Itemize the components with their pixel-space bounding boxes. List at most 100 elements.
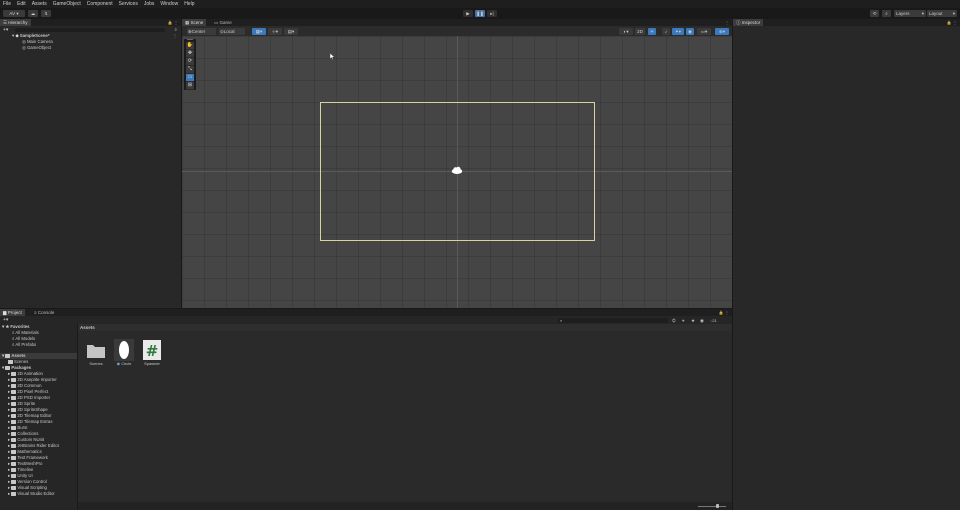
favorites-label: Favorites — [10, 324, 30, 329]
pause-button[interactable]: ❚❚ — [475, 10, 485, 17]
menu-bar: File Edit Assets GameObject Component Se… — [0, 0, 960, 8]
more-icon[interactable]: ⋮ — [725, 19, 729, 26]
folder-icon — [11, 420, 17, 424]
packages-label: Packages — [11, 365, 32, 370]
inspector-tabbar: ⓘ Inspector 🔒 ⋮ — [733, 19, 960, 26]
asset-scenes-folder[interactable] — [86, 340, 106, 360]
move-tool-icon[interactable]: ✥ — [186, 50, 194, 58]
lock-icon[interactable]: 🔒 ⋮ — [947, 19, 957, 26]
zoom-slider-track[interactable] — [698, 505, 726, 507]
grid-visibility-button[interactable]: ▤▾ — [284, 27, 298, 35]
menu-gameobject[interactable]: GameObject — [50, 1, 84, 7]
breadcrumb-assets[interactable]: Assets — [78, 325, 95, 330]
asset-circle-sprite[interactable] — [114, 339, 134, 361]
tab-console[interactable]: ≡ Console — [31, 309, 57, 316]
tool-palette: ✋ ✥ ⟳ ⤡ ▭ ⊞ — [184, 39, 196, 90]
grid-snap-button[interactable]: ▦▾ — [252, 27, 266, 35]
search-icon[interactable]: ⌕ — [882, 10, 891, 17]
lock-icon[interactable]: 🔒 ⋮ — [719, 309, 729, 316]
pivot-dropdown[interactable]: ⊕Center — [187, 27, 216, 35]
lock-icon[interactable]: 🔒 ⋮ — [168, 19, 178, 26]
add-icon[interactable]: +▾ — [3, 317, 8, 324]
hierarchy-item-gameobject[interactable]: ◎ GameObject — [22, 45, 51, 51]
favorite-label: All Prefabs — [15, 342, 37, 347]
account-button[interactable]: AV ▾ — [3, 10, 25, 17]
hidden-objects-icon[interactable]: ◉ — [686, 27, 694, 35]
folder-icon — [11, 450, 17, 454]
item-label: Main Camera — [26, 39, 53, 44]
asset-spawner-script[interactable]: # — [142, 339, 162, 361]
search-by-label-icon[interactable]: ⌖ — [682, 317, 685, 324]
layers-dropdown[interactable]: Layers ▾ — [894, 10, 926, 17]
cloud-icon[interactable]: ☁ — [28, 10, 38, 17]
history-icon[interactable]: ⟲ — [870, 10, 879, 17]
tab-inspector[interactable]: ⓘ Inspector — [733, 19, 764, 26]
play-button[interactable]: ▶ — [463, 10, 473, 17]
hierarchy-tabbar: ☰ Hierarchy 🔒 ⋮ — [0, 19, 181, 26]
menu-window[interactable]: Window — [157, 1, 181, 7]
folder-icon — [11, 468, 17, 472]
asset-label-text: Circle — [121, 361, 132, 366]
snap-increment-button[interactable]: ⊹▾ — [268, 27, 282, 35]
project-tabbar: ▆ Project ≡ Console 🔒 ⋮ — [0, 309, 732, 316]
folder-icon — [11, 378, 17, 382]
folder-icon — [87, 345, 105, 358]
visibility-icon[interactable]: ◉ — [700, 317, 704, 324]
tab-hierarchy[interactable]: ☰ Hierarchy — [0, 19, 31, 26]
breadcrumb: Assets — [78, 324, 732, 331]
folder-icon — [11, 390, 17, 394]
tree-item-package[interactable]: ▸ Visual Studio Editor — [8, 491, 55, 497]
scene-name: SampleScene* — [19, 33, 50, 38]
layout-label: Layout — [929, 11, 943, 16]
step-button[interactable]: ▸| — [487, 10, 497, 17]
transform-tool-icon[interactable]: ⊞ — [186, 82, 194, 90]
tab-game-label: Game — [219, 20, 232, 25]
layers-label: Layers — [896, 11, 910, 16]
menu-file[interactable]: File — [0, 1, 14, 7]
menu-edit[interactable]: Edit — [14, 1, 29, 7]
tree-item-label: 2D Sprite — [17, 401, 36, 406]
audio-icon[interactable]: ♪ — [662, 27, 670, 35]
asset-label: ◉ Circle — [114, 361, 134, 366]
project-panel: ▆ Project ≡ Console 🔒 ⋮ +▾ ⌕ ⛭ ⌖ ★ ◉ ◌21… — [0, 309, 732, 510]
account-label: AV ▾ — [9, 11, 19, 16]
view-options-button[interactable]: ◐▾ — [619, 27, 633, 35]
menu-help[interactable]: Help — [181, 1, 197, 7]
camera-gizmo-icon[interactable] — [451, 166, 463, 175]
zoom-slider-handle[interactable] — [716, 504, 719, 508]
camera-settings-button[interactable]: ▭▾ — [697, 27, 711, 35]
tab-project[interactable]: ▆ Project — [0, 309, 25, 316]
scene-viewport[interactable] — [182, 36, 732, 308]
rotate-tool-icon[interactable]: ⟳ — [186, 58, 194, 66]
unity-icon: ◆ — [15, 33, 19, 38]
menu-services[interactable]: Services — [116, 1, 141, 7]
lighting-icon[interactable]: ☀ — [648, 27, 656, 35]
folder-icon — [8, 360, 13, 364]
scene-toolbar: ⊕Center ⊙Local ▦▾ ⊹▾ ▤▾ ◐▾ 2D ☀ ♪ ✦▾ ◉ ▭… — [182, 26, 732, 36]
hidden-count-badge[interactable]: ◌21 — [710, 317, 717, 324]
menu-jobs[interactable]: Jobs — [141, 1, 158, 7]
search-by-type-icon[interactable]: ⛭ — [672, 317, 676, 324]
tab-game[interactable]: ▭ Game — [211, 19, 235, 26]
menu-assets[interactable]: Assets — [29, 1, 50, 7]
collab-icon[interactable]: ↯ — [41, 10, 51, 17]
effects-button[interactable]: ✦▾ — [672, 27, 684, 35]
space-dropdown[interactable]: ⊙Local — [219, 27, 245, 35]
tree-item-label: Burst — [17, 425, 28, 430]
add-icon[interactable]: +▾ — [3, 27, 8, 33]
favorite-icon[interactable]: ★ — [691, 317, 695, 324]
tab-scene[interactable]: ▦ Scene — [182, 19, 207, 26]
hand-tool-icon[interactable]: ✋ — [186, 42, 194, 50]
layout-dropdown[interactable]: Layout ▾ — [927, 10, 957, 17]
gameobject-icon: ◎ — [22, 39, 26, 44]
tree-item-label: 2D Common — [17, 383, 42, 388]
favorite-item[interactable]: ⌕ All Prefabs — [12, 342, 36, 348]
rect-tool-icon[interactable]: ▭ — [186, 74, 194, 82]
scale-tool-icon[interactable]: ⤡ — [186, 66, 194, 74]
project-search-input[interactable]: ⌕ — [558, 318, 668, 323]
menu-component[interactable]: Component — [84, 1, 116, 7]
hierarchy-search-input[interactable] — [15, 28, 165, 32]
more-icon[interactable]: ⋮ — [173, 33, 177, 39]
gizmos-button[interactable]: ⊛▾ — [715, 27, 729, 35]
2d-toggle[interactable]: 2D — [635, 27, 645, 35]
